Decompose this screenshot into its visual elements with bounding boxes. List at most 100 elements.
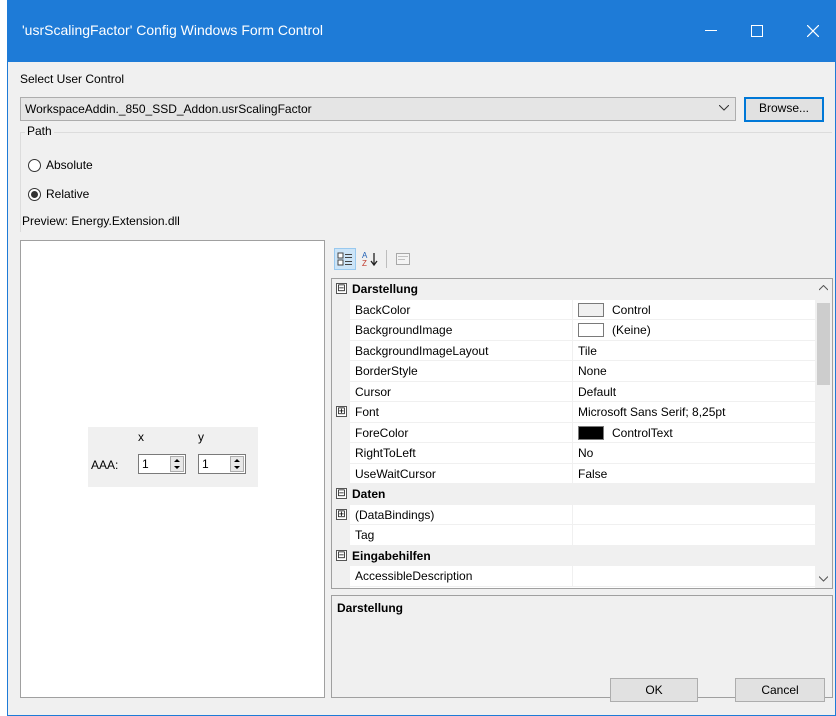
column-separator[interactable] (572, 340, 573, 361)
minimize-button[interactable] (688, 10, 734, 52)
x-spin-buttons[interactable] (170, 456, 184, 472)
column-separator[interactable] (572, 504, 573, 525)
alphabetical-icon: A Z (362, 251, 378, 267)
property-pages-icon (396, 253, 410, 265)
property-category-row[interactable]: ⊟ Eingabehilfen (332, 545, 816, 566)
property-value-cell[interactable]: None (578, 364, 607, 378)
property-value: False (578, 466, 608, 481)
property-value: Default (578, 384, 617, 399)
column-separator[interactable] (572, 422, 573, 443)
property-value: Microsoft Sans Serif; 8,25pt (578, 405, 726, 419)
property-name: BackgroundImage (355, 323, 453, 337)
alphabetical-button[interactable]: A Z (360, 248, 382, 270)
property-value-cell[interactable]: Microsoft Sans Serif; 8,25pt (578, 405, 725, 419)
radio-absolute-indicator[interactable] (28, 158, 41, 172)
property-value-cell[interactable]: False (578, 467, 607, 481)
collapse-icon[interactable]: ⊟ (336, 488, 347, 499)
categorized-button[interactable] (334, 248, 356, 270)
property-category-row[interactable]: ⊟ Darstellung (332, 279, 816, 300)
property-row[interactable]: ForeColor ControlText (332, 422, 816, 443)
scroll-up-icon[interactable] (819, 285, 828, 291)
property-name: RightToLeft (355, 446, 416, 460)
property-name: BorderStyle (355, 364, 418, 378)
property-row[interactable]: BackgroundImageLayout Tile (332, 340, 816, 361)
chevron-down-icon[interactable] (719, 105, 729, 111)
property-name: Cursor (355, 384, 392, 399)
property-row[interactable]: BackgroundImage (Keine) (332, 320, 816, 341)
scroll-down-icon[interactable] (819, 576, 828, 582)
property-value-cell[interactable]: Tile (578, 344, 597, 358)
title-bar[interactable]: 'usrScalingFactor' Config Windows Form C… (8, 0, 836, 62)
radio-relative-indicator[interactable] (28, 187, 41, 201)
property-name: ForeColor (355, 425, 409, 440)
y-stepper-value: 1 (202, 457, 209, 471)
row-label-aaa: AAA: (91, 458, 119, 472)
property-category-row[interactable]: ⊟ Daten (332, 484, 816, 505)
property-name: Font (355, 405, 380, 419)
grid-vertical-scrollbar[interactable] (815, 279, 832, 588)
property-value: Tile (578, 343, 597, 358)
property-row[interactable]: Tag (332, 525, 816, 546)
property-value-cell[interactable]: Control (578, 302, 651, 317)
expand-icon[interactable]: ⊞ (336, 508, 347, 520)
toolbar-separator (386, 250, 387, 268)
property-grid[interactable]: ⊟ Darstellung BackColor Control BackgroundIm… (331, 278, 833, 589)
property-value-cell[interactable]: ControlText (578, 425, 673, 440)
maximize-button[interactable] (734, 10, 780, 52)
y-spin-buttons[interactable] (230, 456, 244, 472)
expand-icon[interactable]: ⊞ (336, 406, 347, 417)
property-row[interactable]: ⊞ Font Microsoft Sans Serif; 8,25pt (332, 402, 816, 423)
dialog-window: 'usrScalingFactor' Config Windows Form C… (7, 0, 836, 716)
svg-text:Z: Z (362, 259, 367, 267)
property-grid-toolbar: A Z (332, 246, 532, 272)
property-value: ControlText (612, 425, 673, 440)
select-control-label: Select User Control (20, 72, 125, 86)
description-title: Darstellung (337, 601, 404, 615)
radio-absolute[interactable]: Absolute (28, 158, 93, 172)
property-row[interactable]: BackColor Control (332, 299, 816, 320)
scrollbar-thumb[interactable] (817, 303, 830, 385)
column-separator[interactable] (572, 361, 573, 382)
collapse-icon[interactable]: ⊟ (336, 283, 347, 294)
column-separator[interactable] (572, 566, 573, 587)
column-separator[interactable] (572, 299, 573, 320)
user-control-preview: x y AAA: 1 1 (88, 427, 258, 487)
property-row[interactable]: RightToLeft No (332, 443, 816, 464)
property-row[interactable]: Cursor Default (332, 381, 816, 402)
spin-updown-icon (174, 459, 180, 469)
spin-updown-icon (234, 459, 240, 469)
property-name: UseWaitCursor (355, 466, 436, 481)
browse-button[interactable]: Browse... (744, 97, 824, 122)
category-name: Daten (352, 487, 386, 501)
ok-button[interactable]: OK (610, 678, 698, 702)
column-separator[interactable] (572, 443, 573, 464)
property-value: No (578, 446, 594, 460)
property-value-cell[interactable]: (Keine) (578, 323, 651, 337)
property-value-cell[interactable]: Default (578, 385, 616, 399)
column-separator[interactable] (572, 402, 573, 423)
column-separator[interactable] (572, 463, 573, 484)
radio-relative[interactable]: Relative (28, 187, 89, 201)
property-value-cell[interactable]: No (578, 446, 593, 460)
property-name: Tag (355, 528, 375, 542)
y-numeric-stepper[interactable]: 1 (198, 454, 246, 474)
close-button[interactable] (790, 10, 836, 52)
column-separator[interactable] (572, 320, 573, 341)
property-pages-button[interactable] (392, 248, 414, 270)
cancel-button[interactable]: Cancel (735, 678, 825, 702)
user-control-combobox[interactable]: WorkspaceAddin._850_SSD_Addon.usrScaling… (20, 97, 736, 121)
property-row[interactable]: UseWaitCursor False (332, 463, 816, 484)
control-preview-panel: x y AAA: 1 1 (20, 240, 325, 698)
property-row[interactable]: AccessibleDescription (332, 566, 816, 587)
property-row[interactable]: ⊞ (DataBindings) (332, 504, 816, 525)
column-separator[interactable] (572, 381, 573, 402)
property-name: BackColor (355, 302, 411, 317)
property-value: Control (612, 302, 651, 317)
collapse-icon[interactable]: ⊟ (336, 549, 347, 561)
column-separator[interactable] (572, 525, 573, 546)
categorized-icon (337, 252, 352, 266)
x-numeric-stepper[interactable]: 1 (138, 454, 186, 474)
category-name: Darstellung (352, 282, 419, 296)
property-row[interactable]: BorderStyle None (332, 361, 816, 382)
column-x-label: x (138, 430, 144, 444)
